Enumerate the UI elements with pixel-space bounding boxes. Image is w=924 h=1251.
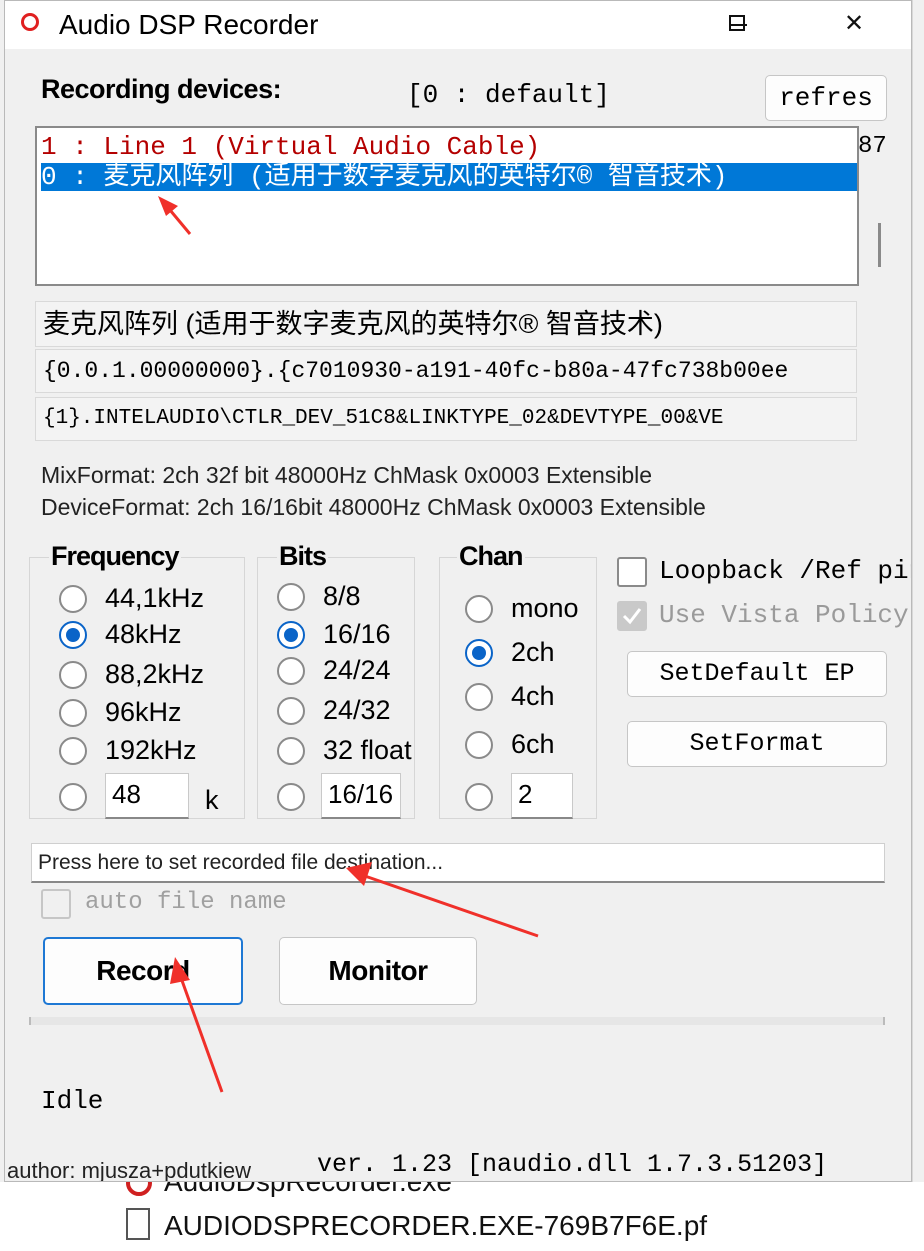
bits-label-24-24: 24/24 <box>323 655 391 685</box>
chan-label-mono: mono <box>511 593 579 623</box>
frequency-group-label: Frequency <box>49 541 181 571</box>
frequency-custom-radio[interactable] <box>59 783 87 811</box>
chan-label-2ch: 2ch <box>511 637 555 667</box>
refresh-button-label: refres <box>779 83 873 113</box>
maximize-button[interactable] <box>708 1 766 47</box>
chan-group-label: Chan <box>457 541 525 571</box>
bits-label-16-16: 16/16 <box>323 619 391 649</box>
window-title: Audio DSP Recorder <box>59 9 319 40</box>
monitor-button-label: Monitor <box>328 955 428 986</box>
set-format-button[interactable]: SetFormat <box>627 721 887 767</box>
pf-file-icon <box>126 1208 150 1240</box>
desktop-background-right <box>912 0 924 1251</box>
frequency-label-44-1khz: 44,1kHz <box>105 583 205 613</box>
frequency-radio-192khz[interactable] <box>59 737 87 765</box>
chan-radio-4ch[interactable] <box>465 683 493 711</box>
bits-label-8-8: 8/8 <box>323 581 361 611</box>
bits-radio-16-16[interactable] <box>277 621 305 649</box>
frequency-radio-96khz[interactable] <box>59 699 87 727</box>
set-default-ep-button[interactable]: SetDefault EP <box>627 651 887 697</box>
auto-file-name-label: auto file name <box>85 889 287 916</box>
chan-label-4ch: 4ch <box>511 681 555 711</box>
bits-label-32-float: 32 float <box>323 735 412 765</box>
background-file-2[interactable]: AUDIODSPRECORDER.EXE-769B7F6E.pf <box>164 1210 707 1242</box>
mix-format-text: MixFormat: 2ch 32f bit 48000Hz ChMask 0x… <box>41 462 653 488</box>
bits-custom-radio[interactable] <box>277 783 305 811</box>
record-button-label: Record <box>96 955 190 986</box>
bits-custom-input[interactable]: 16/16 <box>321 773 401 819</box>
endpoint-id-field: {0.0.1.00000000}.{c7010930-a191-40fc-b80… <box>35 349 857 393</box>
status-text: Idle <box>41 1086 104 1116</box>
chan-radio-6ch[interactable] <box>465 731 493 759</box>
device-list[interactable]: 1 : Line 1 (Virtual Audio Cable) 0 : 麦克风… <box>35 126 859 286</box>
set-default-ep-label: SetDefault EP <box>659 659 855 688</box>
bits-radio-8-8[interactable] <box>277 583 305 611</box>
frequency-label-192khz: 192kHz <box>105 735 197 765</box>
bits-radio-24-24[interactable] <box>277 657 305 685</box>
loopback-label: Loopback /Ref pin <box>659 556 912 586</box>
author-text: author: mjusza+pdutkiew <box>7 1158 251 1182</box>
frequency-label-96khz: 96kHz <box>105 697 182 727</box>
auto-file-name-checkbox[interactable] <box>41 889 71 919</box>
device-name-field: 麦克风阵列 (适用于数字麦克风的英特尔® 智音技术) <box>35 301 857 347</box>
chan-label-6ch: 6ch <box>511 729 555 759</box>
frequency-radio-88-2khz[interactable] <box>59 661 87 689</box>
record-button[interactable]: Record <box>43 937 243 1005</box>
frequency-radio-44-1khz[interactable] <box>59 585 87 613</box>
app-record-icon <box>21 13 39 31</box>
bits-radio-32-float[interactable] <box>277 737 305 765</box>
bits-group-label: Bits <box>277 541 329 571</box>
set-format-label: SetFormat <box>689 729 825 758</box>
close-icon: ✕ <box>843 10 865 37</box>
version-text: ver. 1.23 [naudio.dll 1.7.3.51203] <box>317 1150 828 1179</box>
file-destination-text: Press here to set recorded file destinat… <box>38 851 444 874</box>
recording-devices-label: Recording devices: <box>41 74 282 104</box>
monitor-button[interactable]: Monitor <box>279 937 477 1005</box>
vista-policy-label: Use Vista Policy <box>659 600 909 630</box>
bits-radio-24-32[interactable] <box>277 697 305 725</box>
frequency-custom-input[interactable]: 48 <box>105 773 189 819</box>
title-bar: Audio DSP Recorder ✕ <box>5 1 911 49</box>
file-destination-field[interactable]: Press here to set recorded file destinat… <box>31 843 885 883</box>
app-window: Audio DSP Recorder ✕ Recording devices: … <box>4 0 912 1182</box>
frequency-label-48khz: 48kHz <box>105 619 182 649</box>
frequency-radio-48khz[interactable] <box>59 621 87 649</box>
chan-custom-radio[interactable] <box>465 783 493 811</box>
device-format-text: DeviceFormat: 2ch 16/16bit 48000Hz ChMas… <box>41 494 706 520</box>
device-path-field: {1}.INTELAUDIO\CTLR_DEV_51C8&LINKTYPE_02… <box>35 397 857 441</box>
frequency-unit-label: k <box>205 785 219 815</box>
refresh-button[interactable]: refres <box>765 75 887 121</box>
device-list-item-line1[interactable]: 1 : Line 1 (Virtual Audio Cable) <box>41 133 857 161</box>
level-bar <box>29 1017 885 1025</box>
explorer-file-list: AudioDspRecorder.exe AUDIODSPRECORDER.EX… <box>0 1166 924 1251</box>
device-side-number: 87 <box>858 133 887 160</box>
maximize-icon <box>729 15 745 31</box>
list-scrollbar-thumb[interactable] <box>878 223 881 267</box>
chan-custom-input[interactable]: 2 <box>511 773 573 819</box>
vista-policy-checkbox[interactable] <box>617 601 647 631</box>
bits-label-24-32: 24/32 <box>323 695 391 725</box>
selected-device-label: [0 : default] <box>407 80 610 110</box>
close-button[interactable]: ✕ <box>825 1 883 47</box>
loopback-checkbox[interactable] <box>617 557 647 587</box>
checkmark-icon <box>622 608 642 625</box>
chan-radio-mono[interactable] <box>465 595 493 623</box>
device-list-item-mic-array[interactable]: 0 : 麦克风阵列 (适用于数字麦克风的英特尔® 智音技术) <box>41 163 857 191</box>
frequency-label-88-2khz: 88,2kHz <box>105 659 205 689</box>
chan-radio-2ch[interactable] <box>465 639 493 667</box>
